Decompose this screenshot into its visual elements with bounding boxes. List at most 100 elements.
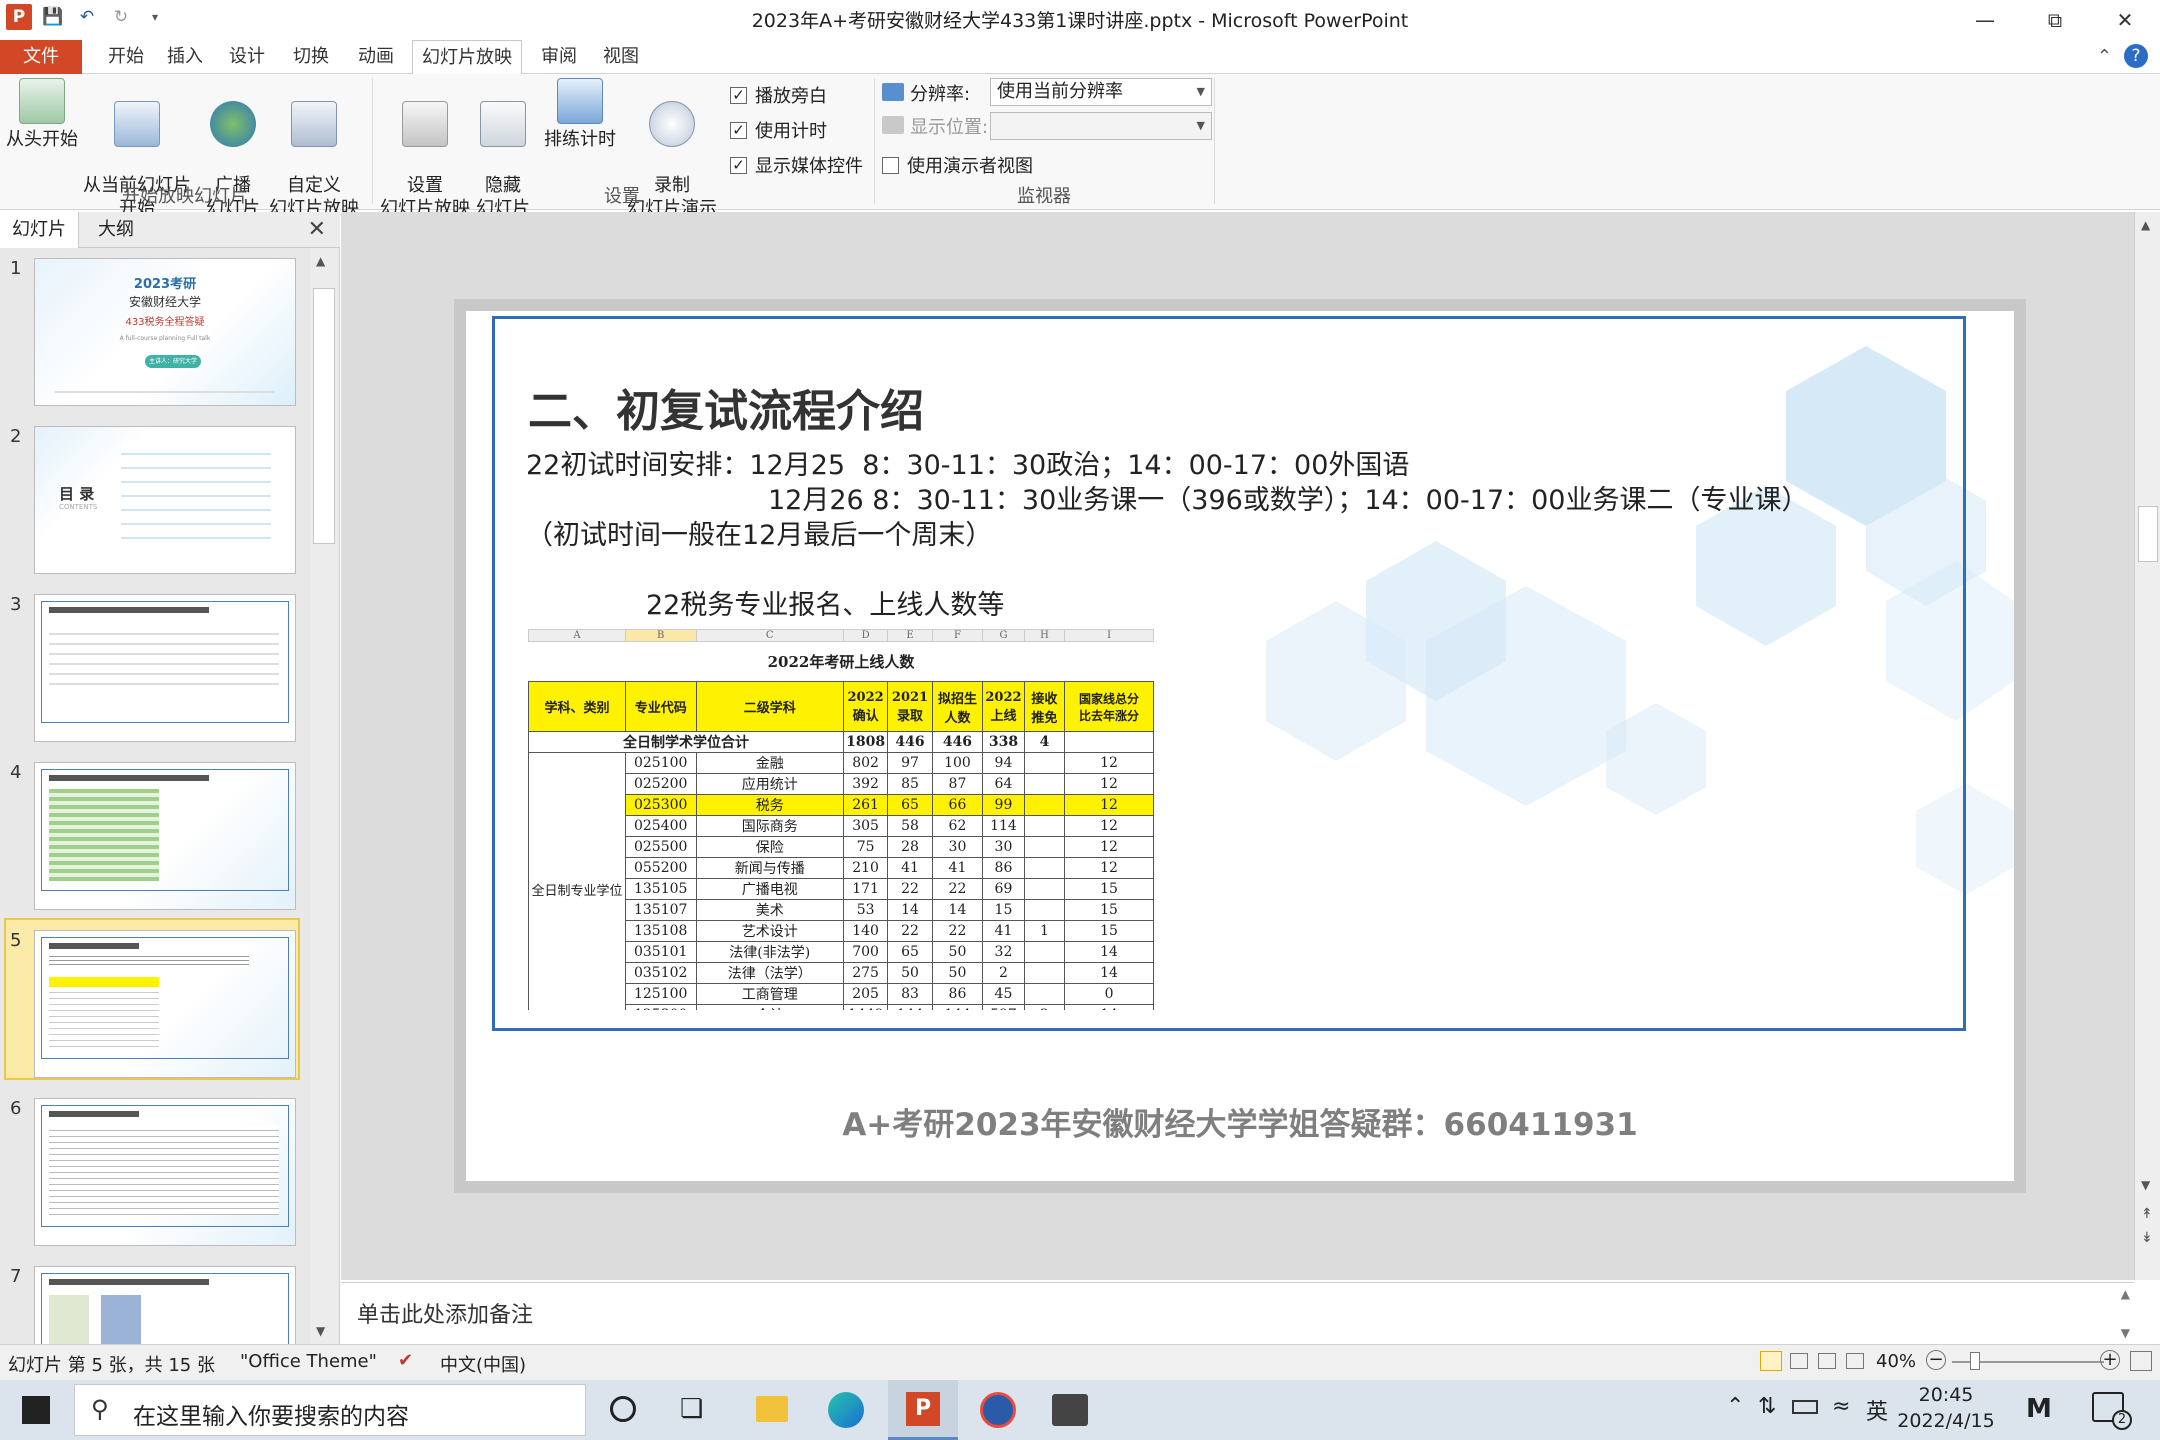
table-cell: 41 [982,920,1025,942]
spreadsheet-image[interactable]: A B C D E F G H I 2022年考研上线人数 学科、类别 专业代码… [528,629,1154,1010]
tab-view[interactable]: 视图 [596,40,646,74]
notes-pane[interactable]: 单击此处添加备注 ▲ ▼ [341,1282,2134,1344]
slide-thumb-2[interactable]: 目 录 CONTENTS [34,426,296,574]
previous-slide-icon[interactable]: ↟ [2141,1206,2153,1222]
network-settings-icon[interactable]: ⇅ [1758,1394,1776,1419]
slide-sorter-icon[interactable] [1790,1353,1808,1369]
play-narration-checkbox[interactable]: ✓ 播放旁白 [730,82,827,108]
clock-time[interactable]: 20:45 [1896,1384,1996,1406]
zoom-in-icon[interactable]: + [2100,1350,2120,1370]
slide-line1[interactable]: 22初试时间安排：12月25 8：30-11：30政治；14：00-17：00外… [526,443,1409,482]
tab-home[interactable]: 开始 [100,40,152,74]
group-start-label: 开始放映幻灯片 [122,186,248,207]
rehearse-timings-button[interactable]: 排练计时 [540,78,620,151]
main-scrollbar[interactable]: ▲ ▼ ↟ ↡ [2134,212,2160,1280]
tab-slides[interactable]: 幻灯片 [0,212,79,248]
wifi-icon[interactable]: ≈ [1832,1394,1850,1419]
meet-icon[interactable]: M [2026,1394,2052,1424]
tab-slideshow[interactable]: 幻灯片放映 [412,40,522,75]
sheet-header-row: 学科、类别 专业代码 二级学科 2022 确认 2021 录取 拟招生 人数 2… [528,681,1154,732]
task-view-icon[interactable]: ❏ [680,1394,703,1424]
ime-indicator[interactable]: 英 [1866,1394,1888,1426]
taskbar-search-box[interactable]: ⚲ 在这里输入你要搜索的内容 [74,1384,586,1436]
show-on-select[interactable]: ▼ [990,112,1212,140]
spell-check-icon[interactable]: ✔ [398,1350,413,1371]
presenter-view-checkbox[interactable]: 使用演示者视图 [882,152,1033,178]
app-icon[interactable] [980,1392,1016,1428]
use-timings-checkbox[interactable]: ✓ 使用计时 [730,117,827,143]
notes-placeholder[interactable]: 单击此处添加备注 [357,1297,533,1329]
current-slide[interactable]: 二、初复试流程介绍 22初试时间安排：12月25 8：30-11：30政治；14… [466,311,2014,1181]
resolution-select[interactable]: 使用当前分辨率 ▼ [990,78,1212,106]
language[interactable]: 中文(中国) [440,1351,526,1377]
tab-design[interactable]: 设计 [222,40,272,74]
slide-thumb-5[interactable] [34,930,296,1078]
zoom-out-icon[interactable]: − [1926,1350,1946,1370]
next-slide-icon[interactable]: ↡ [2141,1230,2153,1246]
zoom-level[interactable]: 40% [1876,1351,1916,1372]
fit-to-window-icon[interactable] [2130,1351,2152,1371]
close-button[interactable]: ✕ [2090,0,2160,40]
table-cell: 75 [842,836,889,858]
table-cell: 66 [931,794,984,816]
slide-thumb-7[interactable] [34,1266,296,1344]
slides-scroll-thumb[interactable] [313,288,335,544]
slide-number: 1 [10,258,22,279]
slide-thumb-1[interactable]: 2023考研 安徽财经大学 433税务全程答疑 A full-course pl… [34,258,296,406]
total-cell [1064,731,1154,753]
tab-review[interactable]: 审阅 [534,40,584,74]
slide-thumb-6[interactable] [34,1098,296,1246]
table-cell: 15 [1064,878,1154,900]
slide-thumb-3[interactable] [34,594,296,742]
table-cell: 114 [982,815,1025,837]
table-cell: 广播电视 [695,878,844,900]
tab-outline[interactable]: 大纲 [86,212,146,248]
clock-date[interactable]: 2022/4/15 [1896,1410,1996,1432]
slideshow-view-icon[interactable] [1846,1353,1864,1369]
notification-icon[interactable]: 2 [2092,1392,2132,1430]
slide-line3[interactable]: （初试时间一般在12月最后一个周末） [526,513,992,552]
cortana-icon[interactable] [610,1396,636,1422]
table-cell: 41 [887,857,933,879]
slide-thumb-4[interactable] [34,762,296,910]
tab-animations[interactable]: 动画 [350,40,402,74]
table-cell: 275 [842,962,889,984]
show-on-label: 显示位置: [910,117,989,138]
header-cell: 学科、类别 [528,681,626,732]
table-cell: 41 [931,857,984,879]
show-hidden-icons[interactable]: ⌃ [1726,1394,1744,1419]
from-beginning-button[interactable]: 从头开始 [4,78,80,151]
thumb2-sub: CONTENTS [59,503,98,511]
tab-insert[interactable]: 插入 [160,40,210,74]
group-monitors-label: 监视器 [1017,186,1071,207]
theme-name[interactable]: "Office Theme" [240,1351,377,1372]
normal-view-icon[interactable] [1760,1351,1782,1371]
slide-heading[interactable]: 二、初复试流程介绍 [528,375,924,439]
close-pane-icon[interactable]: ✕ [308,217,326,242]
minimize-button[interactable]: — [1950,0,2020,40]
minimize-ribbon-icon[interactable]: ⌃ [2097,46,2112,67]
show-media-checkbox[interactable]: ✓ 显示媒体控件 [730,152,863,178]
slide-line2[interactable]: 12月26 8：30-11：30业务课一（396或数学）；14：00-17：00… [768,478,1809,517]
slides-scrollbar[interactable]: ▲ ▼ [310,248,338,1344]
table-cell: 12 [1064,794,1154,816]
zoom-slider-handle[interactable] [1970,1352,1980,1370]
col-letter: F [931,629,984,642]
col-letter: B [624,629,697,642]
main-scroll-thumb[interactable] [2138,506,2158,562]
table-cell: 055200 [624,857,697,879]
restore-button[interactable]: ⧉ [2020,0,2090,40]
slide-footer[interactable]: A+考研2023年安徽财经大学学姐答疑群：660411931 [466,1099,2014,1144]
file-explorer-icon[interactable] [756,1396,788,1422]
help-icon[interactable]: ? [2124,44,2148,68]
recorder-icon[interactable] [1052,1394,1088,1426]
display-icon [882,116,904,134]
slide-subheading[interactable]: 22税务专业报名、上线人数等 [646,583,1004,622]
battery-icon[interactable] [1792,1400,1818,1414]
tab-transitions[interactable]: 切换 [286,40,336,74]
powerpoint-taskbar-button[interactable]: P [888,1380,958,1440]
windows-start-icon[interactable] [22,1396,50,1424]
edge-icon[interactable] [828,1392,864,1428]
reading-view-icon[interactable] [1818,1353,1836,1369]
tab-file[interactable]: 文件 [0,40,82,74]
